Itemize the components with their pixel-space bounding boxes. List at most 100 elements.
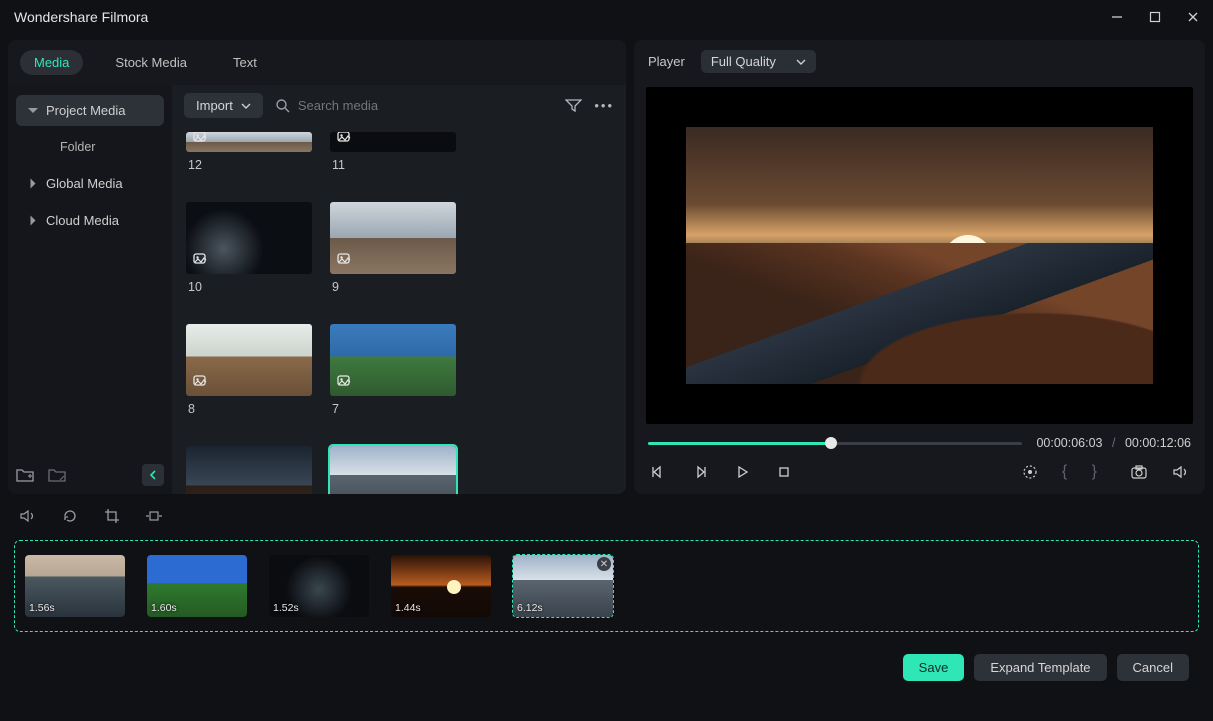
media-thumb[interactable]: 11	[330, 132, 456, 172]
media-thumb-label: 8	[186, 402, 312, 416]
media-thumb[interactable]: 5	[330, 446, 456, 494]
media-thumb[interactable]: 6	[186, 446, 312, 494]
time-total: 00:00:12:06	[1125, 436, 1191, 450]
player-label: Player	[648, 54, 685, 69]
import-label: Import	[196, 98, 233, 113]
play-button[interactable]	[732, 462, 752, 482]
media-thumb-label: 11	[330, 158, 456, 172]
sidebar-item-global-media[interactable]: Global Media	[16, 168, 164, 199]
image-badge-icon	[192, 132, 210, 146]
storyboard-clip[interactable]: 1.44s	[391, 555, 491, 617]
media-thumb[interactable]: 8	[186, 324, 312, 416]
tab-text[interactable]: Text	[219, 50, 271, 75]
storyboard-clip[interactable]: 6.12s ✕	[513, 555, 613, 617]
fit-icon[interactable]	[144, 506, 164, 526]
titlebar: Wondershare Filmora	[0, 0, 1213, 34]
save-button[interactable]: Save	[903, 654, 965, 681]
player-header: Player Full Quality	[634, 40, 1205, 83]
collapse-sidebar-button[interactable]	[142, 464, 164, 486]
clip-duration: 1.60s	[151, 602, 177, 614]
media-thumb-image	[186, 132, 312, 152]
media-thumb[interactable]: 9	[330, 202, 456, 294]
tab-stock-media[interactable]: Stock Media	[101, 50, 201, 75]
chevron-down-icon	[28, 108, 38, 113]
clip-duration: 1.52s	[273, 602, 299, 614]
playhead-slider[interactable]	[648, 437, 1022, 449]
rotate-icon[interactable]	[60, 506, 80, 526]
clip-duration: 1.44s	[395, 602, 421, 614]
sidebar-item-project-media[interactable]: Project Media	[16, 95, 164, 126]
lower-section: 1.56s 1.60s 1.52s 1.44s 6.12s ✕ Save Expand T…	[0, 494, 1213, 693]
color-icon[interactable]	[1020, 462, 1040, 482]
sidebar-item-cloud-media[interactable]: Cloud Media	[16, 205, 164, 236]
close-icon[interactable]	[1187, 11, 1199, 23]
media-thumb[interactable]: 12	[186, 132, 312, 172]
remove-clip-icon[interactable]: ✕	[597, 557, 611, 571]
media-thumb-image	[186, 446, 312, 494]
chevron-right-icon	[31, 216, 36, 226]
tab-media[interactable]: Media	[20, 50, 83, 75]
storyboard-clip[interactable]: 1.60s	[147, 555, 247, 617]
window-controls	[1111, 11, 1199, 23]
volume-icon[interactable]	[1171, 462, 1191, 482]
media-thumb-label: 10	[186, 280, 312, 294]
left-tabs: Media Stock Media Text	[8, 40, 626, 85]
media-thumb-label: 12	[186, 158, 312, 172]
more-icon[interactable]: •••	[594, 98, 614, 113]
media-thumb-image	[330, 324, 456, 396]
media-column: Import ••• 12 11 10 9 8 765	[172, 85, 626, 494]
storyboard-clip[interactable]: 1.56s	[25, 555, 125, 617]
folder-link-icon[interactable]	[48, 467, 66, 483]
media-thumb-image	[186, 324, 312, 396]
storyboard-clip[interactable]: 1.52s	[269, 555, 369, 617]
media-thumb-image	[330, 132, 456, 152]
preview-viewport[interactable]	[646, 87, 1193, 424]
image-badge-icon	[336, 132, 354, 146]
clip-duration: 6.12s	[517, 602, 543, 614]
expand-template-button[interactable]: Expand Template	[974, 654, 1106, 681]
filter-icon[interactable]	[565, 98, 582, 113]
snapshot-icon[interactable]	[1129, 462, 1149, 482]
import-button[interactable]: Import	[184, 93, 263, 118]
minimize-icon[interactable]	[1111, 11, 1123, 23]
sidebar-item-folder[interactable]: Folder	[16, 132, 164, 162]
crop-icon[interactable]	[102, 506, 122, 526]
time-current: 00:00:06:03	[1036, 436, 1102, 450]
search-wrap	[275, 98, 554, 113]
image-badge-icon	[336, 372, 354, 390]
sidebar-item-label: Cloud Media	[46, 213, 119, 228]
marker-braces[interactable]: { }	[1062, 463, 1107, 481]
footer-buttons: Save Expand Template Cancel	[10, 632, 1203, 693]
media-thumb-image	[186, 202, 312, 274]
chevron-down-icon	[241, 103, 251, 109]
media-thumb-label: 9	[330, 280, 456, 294]
player-controls: { }	[634, 456, 1205, 494]
sidebar-item-label: Project Media	[46, 103, 125, 118]
audio-icon[interactable]	[18, 506, 38, 526]
time-separator: /	[1112, 436, 1115, 450]
media-thumb[interactable]: 7	[330, 324, 456, 416]
media-thumb-image	[330, 202, 456, 274]
media-grid: 12 11 10 9 8 765	[172, 126, 626, 494]
prev-frame-button[interactable]	[648, 462, 668, 482]
storyboard[interactable]: 1.56s 1.60s 1.52s 1.44s 6.12s ✕	[14, 540, 1199, 632]
search-input[interactable]	[298, 98, 498, 113]
stop-button[interactable]	[774, 462, 794, 482]
media-thumb-image	[330, 446, 456, 494]
cancel-button[interactable]: Cancel	[1117, 654, 1189, 681]
maximize-icon[interactable]	[1149, 11, 1161, 23]
image-badge-icon	[192, 372, 210, 390]
app-title: Wondershare Filmora	[14, 9, 148, 25]
quality-dropdown[interactable]: Full Quality	[701, 50, 816, 73]
media-panel: Media Stock Media Text Project Media Fol…	[8, 40, 626, 494]
image-badge-icon	[192, 250, 210, 268]
sidebar-item-label: Global Media	[46, 176, 123, 191]
workspace: Media Stock Media Text Project Media Fol…	[0, 34, 1213, 494]
lower-tools	[10, 500, 1203, 536]
next-frame-button[interactable]	[690, 462, 710, 482]
search-icon	[275, 98, 290, 113]
clip-duration: 1.56s	[29, 602, 55, 614]
media-thumb[interactable]: 10	[186, 202, 312, 294]
time-display: 00:00:06:03 / 00:00:12:06	[1036, 436, 1191, 450]
new-folder-icon[interactable]	[16, 467, 34, 483]
